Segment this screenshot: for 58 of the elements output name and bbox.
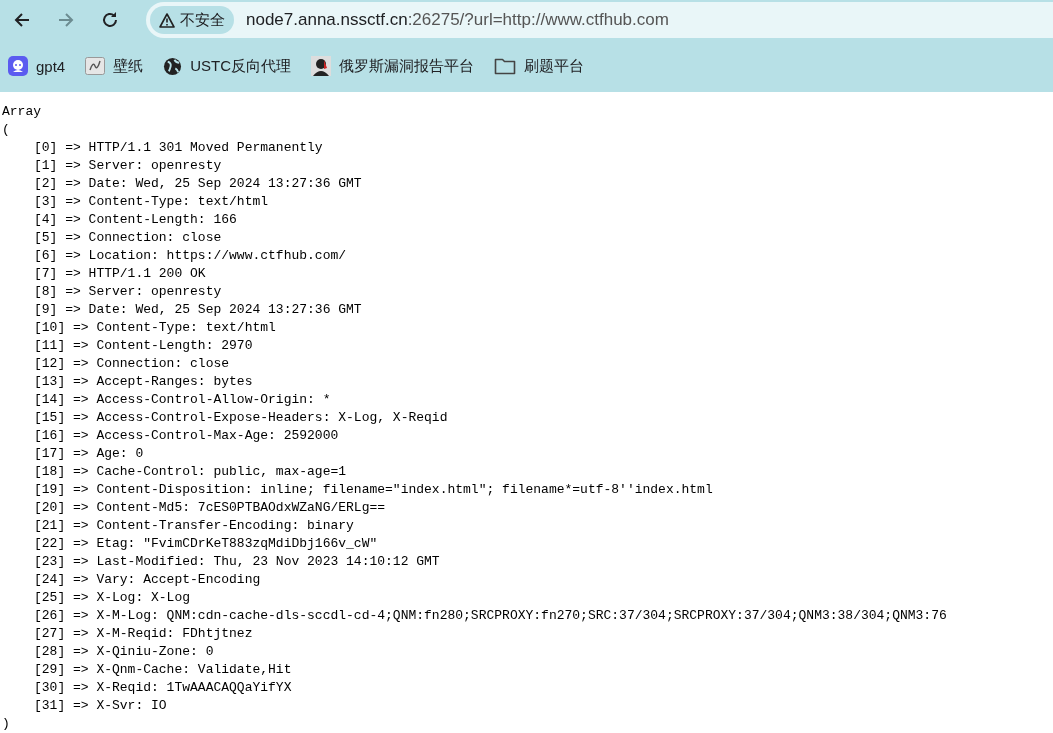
output-line: [27] => X-M-Reqid: FDhtjtnez [33,625,254,643]
output-line: [26] => X-M-Log: QNM:cdn-cache-dls-sccdl-cd-4;QNM:fn280;SRCPROXY:fn270;SRC:37/304;SRCPROXY:37/304;QNM3:38/304;QNM3:76 [33,607,948,625]
output-line: [0] => HTTP/1.1 301 Moved Permanently [33,139,324,157]
output-line: [3] => Content-Type: text/html [33,193,270,211]
output-line: [25] => X-Log: X-Log [33,589,192,607]
output-line: [22] => Etag: "FvimCDrKeT883zqMdiDbj166v_cW" [33,535,379,553]
output-line: ) [1,715,11,733]
output-line: [11] => Content-Length: 2970 [33,337,254,355]
bookmark-label: 壁纸 [113,56,144,76]
warning-icon [159,12,175,28]
output-line: [2] => Date: Wed, 25 Sep 2024 13:27:36 GMT [33,175,363,193]
output-line: [9] => Date: Wed, 25 Sep 2024 13:27:36 GMT [33,301,363,319]
bookmark-label: 刷题平台 [524,56,585,76]
output-line: [30] => X-Reqid: 1TwAAACAQQaYifYX [33,679,293,697]
output-line: [28] => X-Qiniu-Zone: 0 [33,643,215,661]
output-line: [31] => X-Svr: IO [33,697,168,715]
url-text: node7.anna.nssctf.cn:26275/?url=http://www.ctfhub.com [246,10,669,30]
globe-icon [163,56,183,76]
bookmark-item[interactable]: gpt4 [6,52,76,80]
bookmark-item[interactable]: 壁纸 [83,52,154,80]
bookmark-label: USTC反向代理 [190,56,292,76]
output-line: [8] => Server: openresty [33,283,223,301]
address-bar[interactable]: 不安全 node7.anna.nssctf.cn:26275/?url=http://www.ctfhub.com [146,2,1053,38]
bookmark-item[interactable]: USTC反向代理 [161,52,302,80]
output-line: [20] => Content-Md5: 7cES0PTBAOdxWZaNG/ERLg== [33,499,387,517]
output-line: [5] => Connection: close [33,229,223,247]
forward-arrow-icon [57,11,75,29]
output-line: [24] => Vary: Accept-Encoding [33,571,262,589]
output-line: [19] => Content-Disposition: inline; filename="index.html"; filename*=utf-8''index.html [33,481,714,499]
bookmark-item[interactable]: 俄罗斯漏洞报告平台 [309,52,485,80]
output-line: ( [1,121,11,139]
output-line: [12] => Connection: close [33,355,231,373]
avatar-icon [311,56,332,76]
output-line: [13] => Accept-Ranges: bytes [33,373,254,391]
folder-icon [494,57,517,75]
output-line: [1] => Server: openresty [33,157,223,175]
security-label: 不安全 [180,10,225,30]
bot-icon [8,56,28,76]
output-line: [14] => Access-Control-Allow-Origin: * [33,391,332,409]
output-line: [10] => Content-Type: text/html [33,319,277,337]
output-line: [21] => Content-Transfer-Encoding: binary [33,517,355,535]
image-icon [85,57,106,75]
output-line: [4] => Content-Length: 166 [33,211,238,229]
output-line: [17] => Age: 0 [33,445,145,463]
output-line: [16] => Access-Control-Max-Age: 2592000 [33,427,340,445]
bookmark-label: 俄罗斯漏洞报告平台 [339,56,475,76]
output-line: [18] => Cache-Control: public, max-age=1 [33,463,348,481]
security-chip[interactable]: 不安全 [150,6,234,34]
output-line: [29] => X-Qnm-Cache: Validate,Hit [33,661,293,679]
output-line: Array [1,103,42,121]
bookmark-label: gpt4 [36,57,66,75]
output-line: [15] => Access-Control-Expose-Headers: X-Log, X-Reqid [33,409,449,427]
output-line: [6] => Location: https://www.ctfhub.com/ [33,247,348,265]
output-line: [23] => Last-Modified: Thu, 23 Nov 2023 14:10:12 GMT [33,553,441,571]
reload-icon [101,11,119,29]
back-arrow-icon [13,11,31,29]
bookmark-item[interactable]: 刷题平台 [492,52,595,80]
output-line: [7] => HTTP/1.1 200 OK [33,265,207,283]
